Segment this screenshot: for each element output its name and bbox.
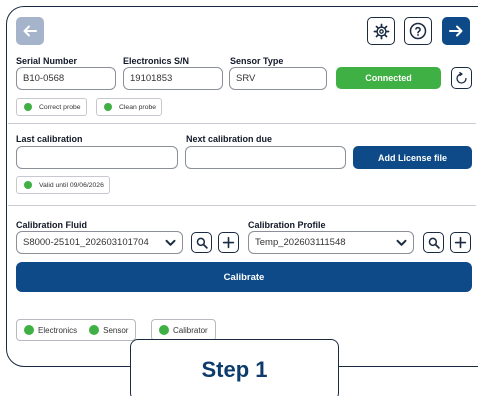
calibration-fluid-label: Calibration Fluid bbox=[16, 220, 87, 230]
electronics-sn-label: Electronics S/N bbox=[123, 56, 190, 66]
electronics-sn-field[interactable]: 19101853 bbox=[123, 67, 223, 90]
help-button[interactable] bbox=[404, 17, 432, 45]
arrow-left-icon bbox=[23, 25, 37, 37]
profile-search-button[interactable] bbox=[423, 232, 444, 253]
sensor-status-label: Sensor bbox=[103, 325, 129, 335]
validity-text: Valid until 09/06/2026 bbox=[39, 181, 104, 189]
device-status-group: Electronics Sensor bbox=[16, 319, 137, 341]
gear-icon bbox=[373, 23, 389, 39]
calibrator-status-group: Calibrator bbox=[151, 319, 216, 341]
clean-probe-label: Clean probe bbox=[119, 103, 157, 111]
validity-indicator: Valid until 09/06/2026 bbox=[16, 176, 110, 194]
calibration-fluid-value: S8000-25101_202603101704 bbox=[23, 237, 149, 248]
fluid-add-button[interactable] bbox=[218, 232, 239, 253]
correct-probe-label: Correct probe bbox=[39, 103, 81, 111]
refresh-icon bbox=[456, 71, 467, 84]
calibration-profile-select[interactable]: Temp_202603111548 bbox=[248, 231, 414, 254]
status-dot bbox=[104, 103, 112, 111]
calibrate-button[interactable]: Calibrate bbox=[16, 262, 472, 292]
calibration-fluid-select[interactable]: S8000-25101_202603101704 bbox=[16, 231, 183, 254]
clean-probe-indicator: Clean probe bbox=[96, 98, 163, 116]
next-button[interactable] bbox=[442, 17, 470, 45]
section-divider bbox=[8, 205, 476, 206]
calibrator-status-dot bbox=[159, 325, 169, 335]
chevron-down-icon bbox=[165, 239, 176, 246]
electronics-status-dot bbox=[24, 325, 34, 335]
section-divider bbox=[8, 123, 476, 124]
connection-status-badge: Connected bbox=[336, 67, 441, 89]
sensor-type-label: Sensor Type bbox=[230, 56, 284, 66]
calibrator-status-label: Calibrator bbox=[173, 325, 208, 335]
plus-icon bbox=[454, 236, 467, 249]
chevron-down-icon bbox=[396, 239, 407, 246]
settings-button[interactable] bbox=[367, 17, 395, 45]
correct-probe-indicator: Correct probe bbox=[16, 98, 87, 116]
search-icon bbox=[428, 237, 440, 249]
add-license-file-button[interactable]: Add License file bbox=[353, 146, 472, 169]
question-circle-icon bbox=[409, 22, 427, 40]
sensor-type-field[interactable]: SRV bbox=[229, 67, 327, 90]
electronics-status-label: Electronics bbox=[38, 325, 78, 335]
profile-add-button[interactable] bbox=[450, 232, 471, 253]
status-dot bbox=[24, 181, 32, 189]
fluid-search-button[interactable] bbox=[191, 232, 212, 253]
arrow-right-icon bbox=[449, 25, 463, 37]
status-dot bbox=[24, 103, 32, 111]
next-calibration-field[interactable] bbox=[185, 146, 346, 169]
refresh-button[interactable] bbox=[451, 67, 472, 89]
last-calibration-label: Last calibration bbox=[16, 134, 83, 144]
calibration-profile-label: Calibration Profile bbox=[248, 220, 326, 230]
next-calibration-label: Next calibration due bbox=[186, 134, 273, 144]
serial-number-field[interactable]: B10-0568 bbox=[16, 67, 116, 90]
plus-icon bbox=[222, 236, 235, 249]
serial-number-label: Serial Number bbox=[16, 56, 78, 66]
last-calibration-field[interactable] bbox=[16, 146, 178, 169]
step-indicator: Step 1 bbox=[130, 339, 339, 396]
calibration-profile-value: Temp_202603111548 bbox=[255, 237, 346, 248]
search-icon bbox=[196, 237, 208, 249]
back-button[interactable] bbox=[16, 17, 44, 45]
sensor-status-dot bbox=[89, 325, 100, 335]
